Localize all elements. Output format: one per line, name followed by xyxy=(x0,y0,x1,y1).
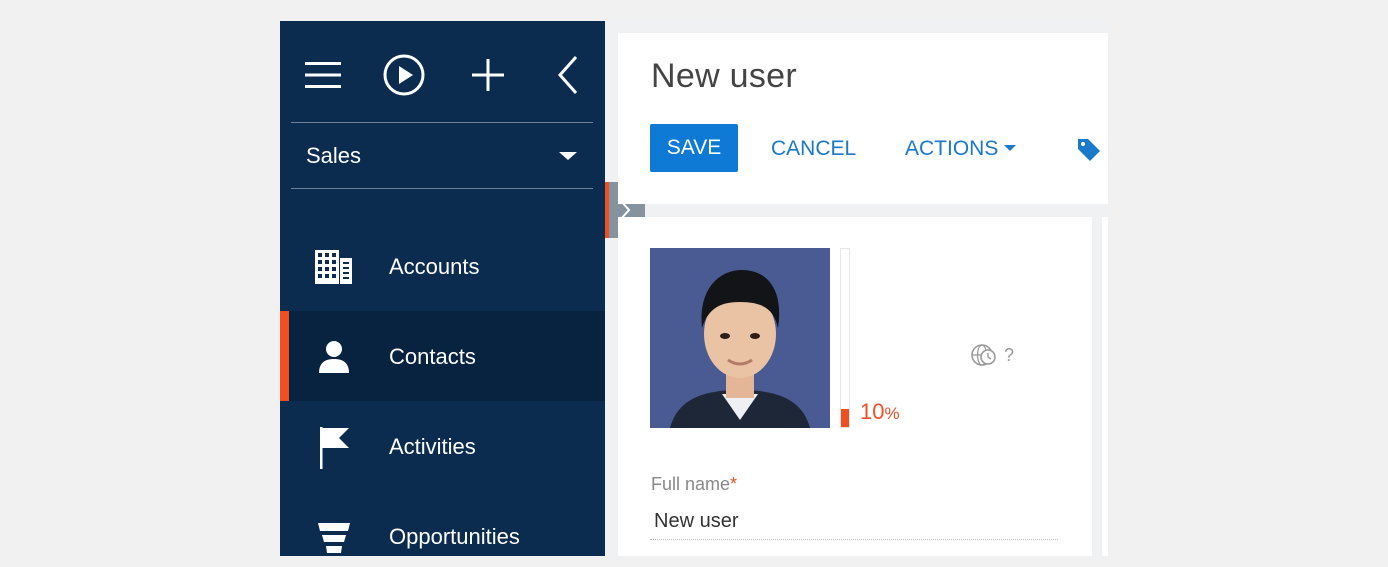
full-name-label: Full name* xyxy=(651,474,738,494)
tag-icon[interactable] xyxy=(1076,137,1102,166)
profile-completeness-fill xyxy=(841,409,849,427)
process-button[interactable] xyxy=(382,53,426,97)
add-button[interactable] xyxy=(466,53,510,97)
sidebar-item-contacts[interactable]: Contacts xyxy=(280,311,605,401)
person-icon xyxy=(314,338,354,376)
collapse-sidebar-button[interactable] xyxy=(546,53,590,97)
save-button[interactable]: SAVE xyxy=(650,124,738,172)
chevron-left-icon xyxy=(557,56,578,94)
side-panel xyxy=(1102,217,1108,556)
portrait-image xyxy=(650,248,830,428)
sidebar-item-label: Contacts xyxy=(389,344,476,369)
sidebar-item-label: Activities xyxy=(389,434,476,459)
sidebar-item-activities[interactable]: Activities xyxy=(280,401,605,491)
profile-completeness-bar xyxy=(840,248,850,428)
sidebar-item-accounts[interactable]: Accounts xyxy=(280,221,605,311)
required-mark: * xyxy=(730,474,738,494)
profile-completeness-value: 10% xyxy=(860,399,900,424)
sidebar: Sales Accounts Contacts Activities Oppor… xyxy=(280,21,605,556)
caret-down-icon xyxy=(559,152,577,160)
sidebar-item-label: Opportunities xyxy=(389,524,520,549)
globe-clock-icon xyxy=(971,344,996,366)
funnel-icon xyxy=(314,518,354,556)
flag-icon xyxy=(314,427,354,469)
caret-down-icon xyxy=(1004,144,1017,151)
building-icon xyxy=(314,248,354,286)
sidebar-divider xyxy=(291,188,593,189)
sidebar-item-label: Accounts xyxy=(389,254,480,279)
contact-photo[interactable] xyxy=(650,248,830,428)
plus-icon xyxy=(472,59,504,91)
actions-button[interactable]: ACTIONS xyxy=(905,137,1017,161)
workspace-label: Sales xyxy=(306,143,362,168)
menu-button[interactable] xyxy=(301,53,345,97)
full-name-input[interactable] xyxy=(650,504,1058,540)
timezone-label: ? xyxy=(1004,344,1015,365)
play-circle-icon xyxy=(383,54,425,96)
app-window: Sales Accounts Contacts Activities Oppor… xyxy=(280,21,1108,556)
timezone-indicator[interactable]: ? xyxy=(970,342,1014,368)
sidebar-nav: Accounts Contacts Activities Opportuniti… xyxy=(280,221,605,556)
hamburger-icon xyxy=(305,62,341,88)
sidebar-item-opportunities[interactable]: Opportunities xyxy=(280,491,605,556)
profile-card: 10% ? Full name* xyxy=(618,217,1092,556)
page-header: New user SAVE CANCEL ACTIONS xyxy=(618,33,1108,204)
actions-label: ACTIONS xyxy=(905,137,999,160)
page-title: New user xyxy=(651,57,798,95)
workspace-selector[interactable]: Sales xyxy=(291,123,593,188)
sidebar-toolbar xyxy=(280,21,605,122)
cancel-button[interactable]: CANCEL xyxy=(771,137,856,161)
